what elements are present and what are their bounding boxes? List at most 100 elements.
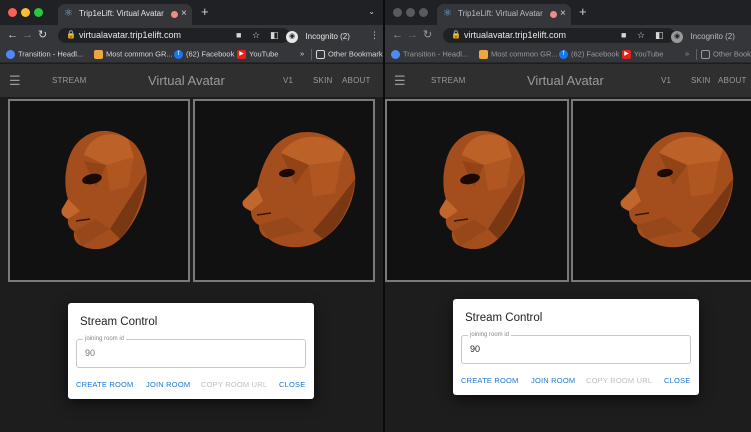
app-bar: ☰ STREAM Virtual Avatar V1 SKIN ABOUT	[0, 64, 383, 97]
back-icon[interactable]: ←	[392, 28, 403, 42]
room-id-label: joining room id	[83, 335, 127, 343]
other-bookmarks-folder[interactable]: Other Bookmarks	[316, 49, 383, 59]
new-tab-button[interactable]: +	[201, 5, 209, 19]
maximize-window-icon[interactable]	[34, 8, 43, 17]
bookmark-youtube[interactable]: ▶ YouTube	[622, 49, 663, 59]
bookmark-favicon-icon	[479, 49, 488, 59]
close-tab-icon[interactable]: ×	[181, 7, 187, 21]
bookmark-transition[interactable]: Transition - Headl...	[6, 49, 83, 59]
browser-toolbar: ← → ↻ 🔒 virtualavatar.trip1elift.com ■ ☆…	[385, 25, 751, 46]
reload-icon[interactable]: ↻	[38, 28, 47, 42]
bookmark-youtube[interactable]: ▶ YouTube	[237, 49, 278, 59]
url-text: virtualavatar.trip1elift.com	[464, 30, 567, 40]
sidepanel-icon[interactable]: ◧	[655, 29, 664, 41]
nav-about[interactable]: ABOUT	[718, 76, 747, 85]
url-text: virtualavatar.trip1elift.com	[79, 30, 182, 40]
tab-virtual-avatar[interactable]: ⚛ Trip1eLift: Virtual Avatar ×	[58, 4, 192, 25]
nav-stream[interactable]: STREAM	[431, 76, 466, 85]
nav-v1[interactable]: V1	[661, 76, 671, 85]
copy-room-url-button[interactable]: COPY ROOM URL	[586, 376, 652, 385]
bookmark-most-common[interactable]: Most common GR...	[94, 49, 173, 59]
atom-icon: ⚛	[64, 8, 73, 19]
camera-in-use-icon[interactable]: ■	[236, 29, 241, 41]
bookmark-star-icon[interactable]: ☆	[252, 29, 260, 41]
forward-icon[interactable]: →	[407, 28, 418, 42]
forward-icon[interactable]: →	[22, 28, 33, 42]
tab-title: Trip1eLift: Virtual Avatar	[79, 9, 164, 18]
dialog-actions: CREATE ROOM JOIN ROOM COPY ROOM URL CLOS…	[76, 380, 308, 392]
hamburger-menu-icon[interactable]: ☰	[394, 74, 406, 87]
youtube-icon: ▶	[622, 49, 631, 59]
other-bookmarks-folder[interactable]: Other Bookmark	[701, 49, 751, 59]
sidepanel-icon[interactable]: ◧	[270, 29, 279, 41]
minimize-window-icon[interactable]	[406, 8, 415, 17]
create-room-button[interactable]: CREATE ROOM	[461, 376, 518, 385]
lock-icon: 🔒	[451, 30, 461, 39]
reload-icon[interactable]: ↻	[423, 28, 432, 42]
folder-icon	[701, 49, 710, 59]
app-title: Virtual Avatar	[527, 73, 604, 88]
bookmark-most-common[interactable]: Most common GR...	[479, 49, 558, 59]
bookmarks-separator	[696, 49, 697, 60]
create-room-button[interactable]: CREATE ROOM	[76, 380, 133, 389]
avatar-view-front[interactable]	[8, 99, 190, 282]
close-button[interactable]: CLOSE	[664, 376, 690, 385]
room-id-input[interactable]	[470, 344, 670, 354]
avatar-face-side-view	[242, 131, 356, 248]
nav-stream[interactable]: STREAM	[52, 76, 87, 85]
bookmark-star-icon[interactable]: ☆	[637, 29, 645, 41]
avatar-stage: Stream Control joining room id CREATE RO…	[385, 97, 751, 432]
nav-skin[interactable]: SKIN	[313, 76, 332, 85]
avatar-face-3-4-view	[439, 130, 525, 250]
incognito-icon: ◉	[671, 30, 683, 43]
bookmarks-bar: Transition - Headl... Most common GR... …	[0, 46, 383, 63]
nav-skin[interactable]: SKIN	[691, 76, 710, 85]
bookmarks-overflow-icon[interactable]: »	[300, 49, 304, 58]
tab-search-icon[interactable]: ⌄	[368, 7, 375, 16]
join-room-button[interactable]: JOIN ROOM	[146, 380, 190, 389]
hamburger-menu-icon[interactable]: ☰	[9, 74, 21, 87]
new-tab-button[interactable]: +	[579, 5, 587, 19]
room-id-input[interactable]	[85, 348, 285, 358]
close-tab-icon[interactable]: ×	[560, 7, 566, 21]
room-id-field[interactable]: joining room id	[461, 331, 691, 364]
kebab-menu-icon[interactable]: ⋮	[370, 29, 379, 41]
avatar-view-front[interactable]	[385, 99, 569, 282]
copy-room-url-button[interactable]: COPY ROOM URL	[201, 380, 267, 389]
avatar-view-side[interactable]	[571, 99, 751, 282]
incognito-icon: ◉	[286, 30, 298, 43]
back-icon[interactable]: ←	[7, 28, 18, 42]
avatar-view-side[interactable]	[193, 99, 375, 282]
avatar-face-3-4-view	[61, 130, 147, 250]
browser-toolbar: ← → ↻ 🔒 virtualavatar.trip1elift.com ■ ☆…	[0, 25, 383, 46]
facebook-icon: f	[559, 49, 568, 59]
youtube-icon: ▶	[237, 49, 246, 59]
tab-virtual-avatar[interactable]: ⚛ Trip1eLift: Virtual Avatar ×	[437, 4, 571, 25]
close-button[interactable]: CLOSE	[279, 380, 305, 389]
camera-in-use-icon[interactable]: ■	[621, 29, 626, 41]
minimize-window-icon[interactable]	[21, 8, 30, 17]
incognito-label: Incognito (2)	[305, 32, 350, 42]
tab-strip: ⚛ Trip1eLift: Virtual Avatar × +	[385, 0, 751, 25]
globe-icon	[6, 49, 15, 59]
join-room-button[interactable]: JOIN ROOM	[531, 376, 575, 385]
nav-about[interactable]: ABOUT	[342, 76, 371, 85]
incognito-button[interactable]: ◉ Incognito (2)	[286, 28, 350, 43]
room-id-field[interactable]: joining room id	[76, 335, 306, 368]
bookmark-facebook[interactable]: f (62) Facebook	[174, 49, 234, 59]
browser-window-left: ⚛ Trip1eLift: Virtual Avatar × + ⌄ ← → ↻…	[0, 0, 383, 432]
incognito-button[interactable]: ◉ Incognito (2)	[671, 28, 735, 43]
bookmarks-overflow-icon[interactable]: »	[685, 49, 689, 58]
lock-icon: 🔒	[66, 30, 76, 39]
globe-icon	[391, 49, 400, 59]
close-window-icon[interactable]	[8, 8, 17, 17]
maximize-window-icon[interactable]	[419, 8, 428, 17]
bookmark-favicon-icon	[94, 49, 103, 59]
bookmark-facebook[interactable]: f (62) Facebook	[559, 49, 619, 59]
dialog-title: Stream Control	[80, 316, 158, 328]
bookmarks-bar: Transition - Headl... Most common GR... …	[385, 46, 751, 63]
bookmark-transition[interactable]: Transition - Headl...	[391, 49, 468, 59]
nav-v1[interactable]: V1	[283, 76, 293, 85]
dialog-title: Stream Control	[465, 312, 543, 324]
close-window-icon[interactable]	[393, 8, 402, 17]
